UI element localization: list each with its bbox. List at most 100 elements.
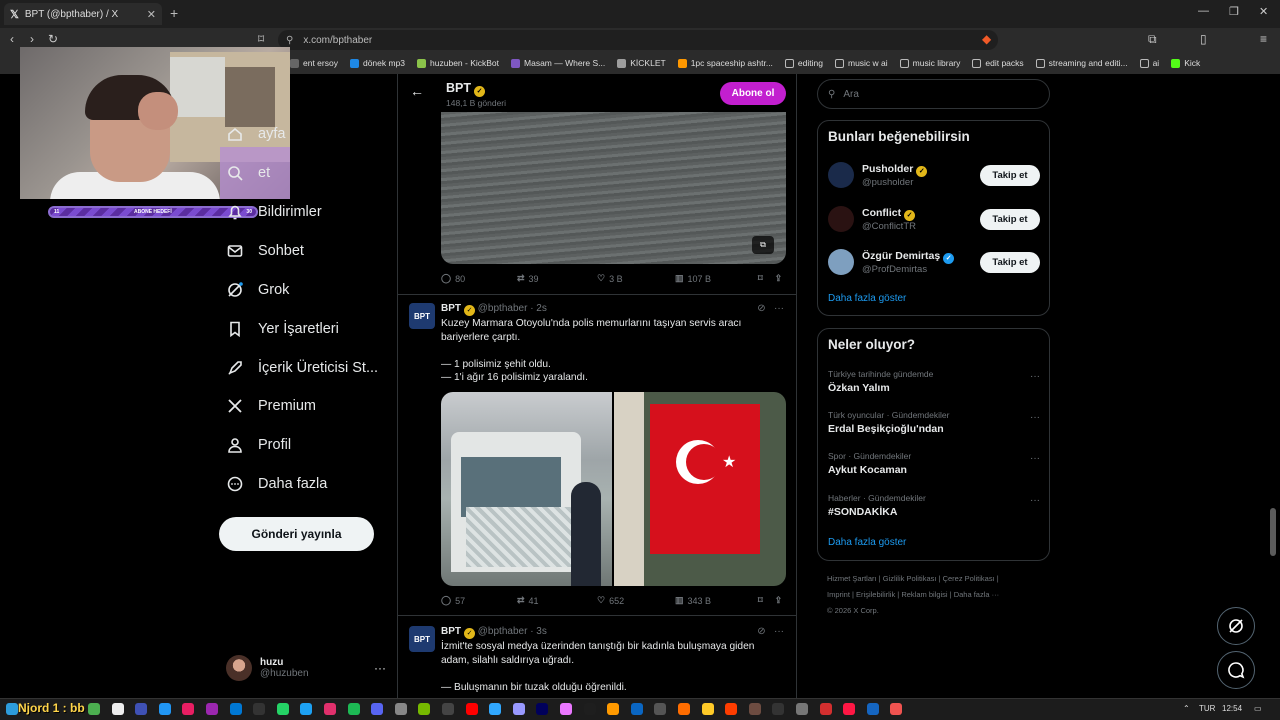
subscribe-button[interactable]: Abone ol [720,82,786,105]
trend-item[interactable]: Türkiye tarihinde gündemde Özkan Yalım ··· [828,369,1040,394]
taskbar-app-icon[interactable] [678,703,690,715]
taskbar-app-icon[interactable] [607,703,620,715]
footer-line[interactable]: Hizmet Şartları | Gizlilik Politikası | … [827,571,1047,587]
follow-button[interactable]: Takip et [980,164,1040,186]
taskbar-app-icon[interactable] [182,703,195,715]
taskbar-app-icon[interactable] [748,703,761,715]
bookmark-item[interactable]: Kick [1171,58,1200,68]
sidebar-item-mail[interactable]: Sohbet [226,242,304,260]
show-more-trends-link[interactable]: Daha fazla göster [828,537,906,548]
more-icon[interactable]: ··· [1030,495,1040,506]
post-button[interactable]: Gönderi yayınla [219,517,374,551]
taskbar-app-icon[interactable] [701,703,714,715]
bookmark-button[interactable]: ⌑ [758,595,763,606]
browser-tab[interactable]: 𝕏 BPT (@bpthaber) / X ✕ [4,3,162,25]
taskbar-app-icon[interactable] [796,703,808,715]
taskbar-app-icon[interactable] [324,703,336,715]
taskbar-app-icon[interactable] [347,703,360,715]
trend-item[interactable]: Türk oyuncular · Gündemdekiler Erdal Beşi… [828,410,1040,435]
grok-float-button[interactable] [1217,607,1255,645]
grok-icon[interactable]: ⊘ [757,626,765,637]
taskbar-app-icon[interactable] [819,703,832,715]
share-button[interactable]: ⇪ [775,273,783,284]
footer-line[interactable]: Imprint | Erişilebilirlik | Reklam bilgi… [827,587,1047,603]
who-to-follow-item[interactable]: Conflict ✓ @ConflictTR Takip et [828,201,1040,237]
taskbar-app-icon[interactable] [135,703,148,715]
more-icon[interactable]: ··· [374,661,386,675]
taskbar-app-icon[interactable] [88,703,100,715]
bookmark-item[interactable]: edit packs [972,58,1024,68]
scrollbar-thumb[interactable] [1270,508,1276,556]
taskbar-app-icon[interactable] [489,703,502,715]
extensions-icon[interactable]: ⧉ [1148,32,1157,47]
bookmark-page-icon[interactable]: ⌑ [258,32,264,46]
sidebar-item-bell[interactable]: Bildirimler [226,203,322,221]
repost-button[interactable]: ⇄ 41 [517,595,597,606]
taskbar-app-icon[interactable] [725,703,738,715]
bookmark-item[interactable]: music w ai [834,58,888,68]
search-input[interactable]: ⚲ Ara [817,79,1050,109]
sidebar-item-grok[interactable]: Grok [226,281,289,299]
messages-float-button[interactable] [1217,651,1255,689]
taskbar-app-icon[interactable] [111,703,124,715]
follow-button[interactable]: Takip et [980,208,1040,230]
tweet-media[interactable]: ★ [441,392,786,586]
close-tab-icon[interactable]: ✕ [147,8,156,21]
site-info-icon[interactable]: ⚲ [286,35,293,46]
tweet-handle[interactable]: @bpthaber · 2s [478,303,547,314]
menu-icon[interactable]: ≡ [1260,32,1267,46]
tweet-media-video[interactable] [441,112,786,264]
tweet-author[interactable]: BPT [441,303,461,314]
taskbar-app-icon[interactable] [890,703,903,715]
bookmark-item[interactable]: KİCKLET [617,58,666,68]
taskbar-app-icon[interactable] [843,703,856,715]
bookmark-button[interactable]: ⌑ [758,273,763,284]
bookmark-item[interactable]: streaming and editi... [1035,58,1128,68]
maximize-button[interactable]: ❐ [1229,5,1239,18]
taskbar-app-icon[interactable] [583,703,596,715]
like-button[interactable]: ♡ 652 [597,595,675,606]
share-button[interactable]: ⇪ [775,595,783,606]
more-icon[interactable]: ··· [774,303,784,314]
reply-button[interactable]: ◯ 57 [441,595,517,606]
tweet-handle[interactable]: @bpthaber · 3s [478,626,547,637]
views-button[interactable]: ▥ 107 B [675,273,758,284]
notifications-icon[interactable]: ▭ [1254,704,1262,713]
taskbar-app-icon[interactable] [253,703,266,715]
trend-item[interactable]: Spor · Gündemdekiler Aykut Kocaman ··· [828,451,1040,476]
taskbar-app-icon[interactable] [229,703,242,715]
more-icon[interactable]: ··· [1030,453,1040,464]
taskbar-app-icon[interactable] [394,703,407,715]
show-more-link[interactable]: Daha fazla göster [828,293,906,304]
trend-item[interactable]: Haberler · Gündemdekiler #SONDAKİKA ··· [828,493,1040,518]
taskbar-app-icon[interactable] [300,703,313,715]
bookmark-item[interactable]: music library [899,58,960,68]
taskbar-app-icon[interactable] [630,703,643,715]
taskbar-app-icon[interactable] [772,703,785,715]
bookmark-item[interactable]: Masam — Where S... [511,58,605,68]
back-arrow-icon[interactable]: ← [410,83,424,99]
reload-icon[interactable]: ↻ [48,32,58,46]
taskbar-app-icon[interactable] [276,703,289,715]
who-to-follow-item[interactable]: Özgür Demirtaş ✓ @ProfDemirtas Takip et [828,244,1040,280]
sidebar-item-explore[interactable]: et [226,164,270,182]
sidebar-item-more-circle[interactable]: Daha fazla [226,475,327,493]
bookmark-item[interactable]: ai [1139,58,1159,68]
taskbar-app-icon[interactable] [512,703,525,715]
sidebar-toggle-icon[interactable]: ▯ [1200,32,1207,46]
sidebar-item-home[interactable]: ayfa [226,125,285,143]
address-bar[interactable]: ⚲ x.com/bpthaber [278,30,998,50]
avatar[interactable] [828,249,854,275]
bookmark-item[interactable]: dönek mp3 [349,58,405,68]
sidebar-item-person[interactable]: Profil [226,436,291,454]
taskbar-app-icon[interactable] [158,703,171,715]
bookmark-item[interactable]: editing [784,58,823,68]
sidebar-item-rocket[interactable]: İçerik Üreticisi St... [226,359,378,377]
taskbar-app-icon[interactable] [536,703,549,715]
start-menu-icon[interactable] [6,703,18,715]
bookmark-item[interactable]: ent ersoy [290,58,338,68]
back-icon[interactable]: ‹ [10,32,14,46]
bus-crash-photo[interactable] [441,392,612,586]
avatar[interactable] [828,206,854,232]
forward-icon[interactable]: › [30,32,34,46]
